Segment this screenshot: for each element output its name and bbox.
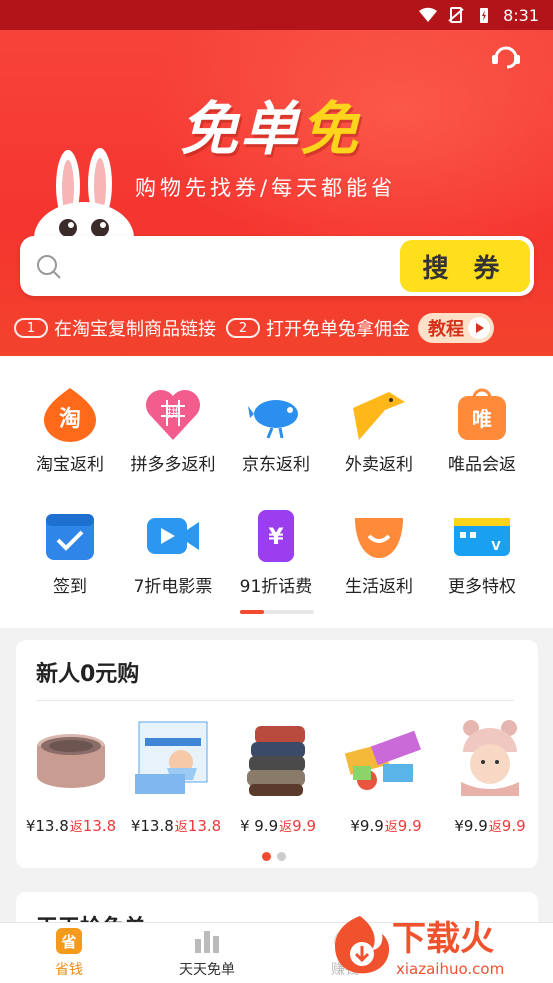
tab-save-money[interactable]: 省 省钱 <box>0 923 138 983</box>
pinduoduo-icon: 拼 <box>146 390 200 440</box>
customer-service-icon[interactable] <box>488 38 524 74</box>
play-icon <box>468 317 490 339</box>
socks-image <box>247 726 305 796</box>
jd-icon <box>248 400 298 439</box>
search-input[interactable] <box>78 248 408 284</box>
product-item[interactable]: ¥13.8 返 13.8 <box>126 718 226 835</box>
product-item[interactable]: ¥13.8 返 13.8 <box>21 718 121 835</box>
search-coupon-button[interactable]: 搜 券 <box>400 240 530 292</box>
grid-item-vip-card[interactable]: V 更多特权 <box>427 506 537 597</box>
svg-text:省: 省 <box>60 933 76 951</box>
steps-guide: 1 在淘宝复制商品链接 2 打开免单兔拿佣金 教程 <box>14 312 544 344</box>
watermark-logo: 下载火 xiazaihuo.com <box>334 916 504 978</box>
step-number: 2 <box>226 318 260 338</box>
grid-item-phone-bill[interactable]: ¥ 91折话费 <box>221 506 331 597</box>
grid-pager <box>240 610 314 614</box>
newcomer-card: 新人0元购 ¥13.8 返 13.8 ¥13.8 返 13.8 ¥ 9.9 返 9.9 ¥9… <box>16 640 538 868</box>
no-sim-icon <box>448 7 464 23</box>
wifi-icon <box>419 7 438 23</box>
app-logo: 免单免 <box>180 95 361 163</box>
svg-text:xiazaihuo.com: xiazaihuo.com <box>396 960 504 978</box>
search-icon <box>37 255 61 279</box>
grid-item-movie[interactable]: 7折电影票 <box>118 506 228 597</box>
status-time: 8:31 <box>503 5 539 25</box>
speaker-image <box>37 734 105 788</box>
step-text: 打开免单兔拿佣金 <box>266 319 410 340</box>
product-item[interactable]: ¥9.9 返 9.9 <box>440 718 540 835</box>
takeout-icon <box>353 392 405 440</box>
checkin-icon <box>46 514 94 560</box>
step-text: 在淘宝复制商品链接 <box>54 319 216 340</box>
svg-text:V: V <box>491 539 501 553</box>
vipshop-icon: 唯 <box>458 388 506 440</box>
status-bar: 8:31 <box>0 0 553 30</box>
grid-item-pinduoduo[interactable]: 拼 拼多多返利 <box>118 384 228 475</box>
grid-item-checkin[interactable]: 签到 <box>15 506 125 597</box>
step-number: 1 <box>14 318 48 338</box>
feature-grid: 淘 淘宝返利 拼 拼多多返利 京东返利 外卖返利 唯 唯品会返 签到 7折电影票… <box>0 356 553 628</box>
search-box: 搜 券 <box>20 236 534 296</box>
svg-text:唯: 唯 <box>472 407 492 431</box>
mask-image <box>135 721 208 794</box>
grid-item-taobao[interactable]: 淘 淘宝返利 <box>15 384 125 475</box>
newcomer-title: 新人0元购 <box>36 662 140 687</box>
svg-text:下载火: 下载火 <box>392 919 494 959</box>
battery-charging-icon <box>480 8 489 23</box>
bar-chart-icon <box>195 931 219 953</box>
grid-item-jd[interactable]: 京东返利 <box>221 384 331 475</box>
taobao-icon: 淘 <box>44 388 96 442</box>
phone-bill-icon: ¥ <box>258 510 294 562</box>
product-item[interactable]: ¥ 9.9 返 9.9 <box>228 718 328 835</box>
svg-text:¥: ¥ <box>268 525 284 550</box>
grid-item-vipshop[interactable]: 唯 唯品会返 <box>427 384 537 475</box>
hero-banner: 免单免 购物先找券/每天都能省 搜 券 1 在淘宝复制商品链接 2 打开免单兔拿… <box>0 30 553 356</box>
product-item[interactable]: ¥9.9 返 9.9 <box>336 718 436 835</box>
vip-card-icon: V <box>454 518 510 556</box>
tab-daily-free[interactable]: 天天免单 <box>138 923 276 983</box>
baby-hat-image <box>461 720 519 796</box>
svg-text:拼: 拼 <box>167 406 179 420</box>
slogan: 购物先找券/每天都能省 <box>135 176 397 200</box>
movie-icon <box>147 518 199 554</box>
life-icon <box>355 518 403 558</box>
tutorial-button[interactable]: 教程 <box>418 313 494 343</box>
grid-item-life[interactable]: 生活返利 <box>324 506 434 597</box>
carousel-dots <box>262 852 286 861</box>
blocks-image <box>344 730 422 790</box>
save-money-icon: 省 <box>56 928 82 954</box>
grid-item-takeout[interactable]: 外卖返利 <box>324 384 434 475</box>
svg-text:淘: 淘 <box>59 406 81 432</box>
